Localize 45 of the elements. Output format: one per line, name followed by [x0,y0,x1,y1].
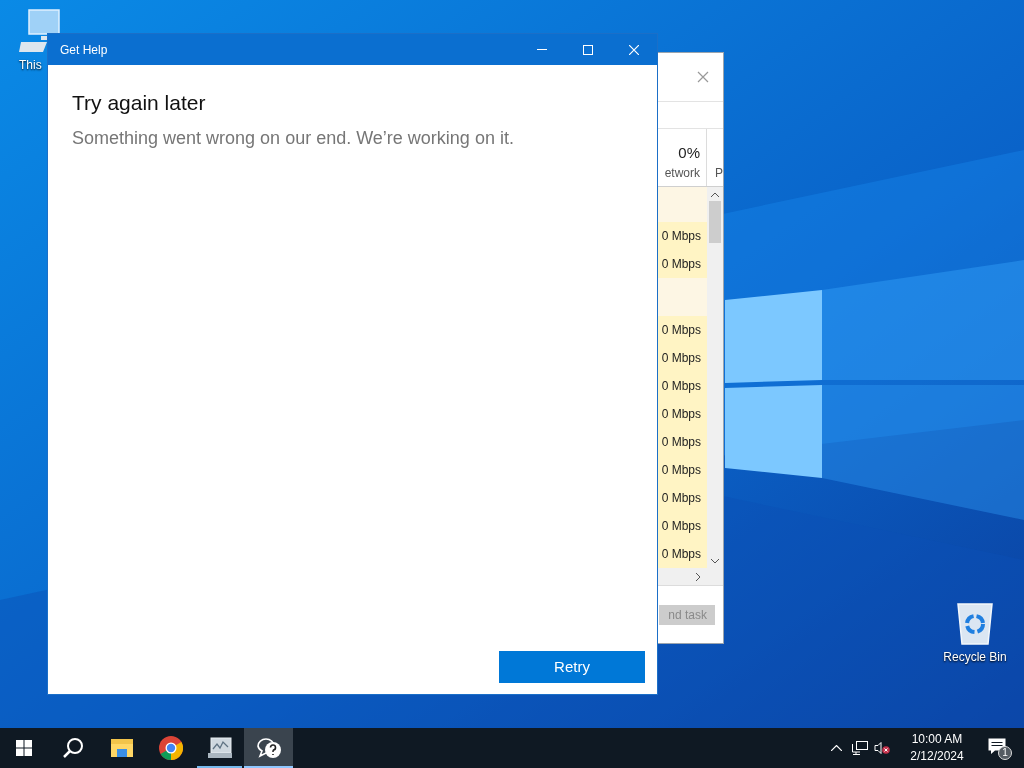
recycle-bin-icon[interactable] [954,600,996,646]
running-indicator [197,766,242,768]
close-icon [629,44,639,55]
table-cell: 0 Mbps [658,372,707,400]
retry-button[interactable]: Retry [499,651,645,683]
column-header[interactable]: P [715,164,723,182]
horizontal-scrollbar[interactable] [658,568,723,585]
table-cell: 0 Mbps [658,222,707,250]
clock-date[interactable]: 2/12/2024 [910,748,964,765]
search-icon [61,737,84,759]
usage-percent: 0% [678,142,700,163]
error-message: Something went wrong on our end. We’re working on it. [72,127,515,150]
help-chat-icon [255,736,282,760]
icon-label: This [19,57,42,74]
window-title: Get Help [60,41,109,59]
maximize-icon [583,44,593,55]
table-cell: 0 Mbps [658,316,707,344]
table-cell: 0 Mbps [658,484,707,512]
group-row [658,278,707,316]
notification-badge: 1 [998,746,1012,760]
browser-icon [158,736,183,760]
speaker-icon[interactable] [874,741,890,755]
scroll-thumb[interactable] [709,201,721,243]
table-cell: 0 Mbps [658,512,707,540]
group-row [658,187,707,222]
taskbar-button[interactable] [244,728,293,768]
network-icon[interactable] [852,741,868,755]
windows-icon [16,740,32,756]
table-cell: 0 Mbps [658,456,707,484]
monitor-icon [207,737,232,759]
table-cell: 0 Mbps [658,428,707,456]
vertical-scrollbar[interactable] [707,187,723,568]
icon-label: Recycle Bin [943,649,1007,666]
clock-time[interactable]: 10:00 AM [911,731,963,748]
minimize-icon [537,49,547,50]
folder-icon [110,739,133,757]
close-icon[interactable] [697,71,709,83]
table-cell: 0 Mbps [658,344,707,372]
table-cell: 0 Mbps [658,540,707,568]
chevron-up-icon[interactable] [830,745,842,751]
table-cell: 0 Mbps [658,250,707,278]
column-header[interactable]: etwork [664,164,700,182]
heading: Try again later [72,90,207,116]
table-cell: 0 Mbps [658,400,707,428]
running-indicator [244,766,293,768]
